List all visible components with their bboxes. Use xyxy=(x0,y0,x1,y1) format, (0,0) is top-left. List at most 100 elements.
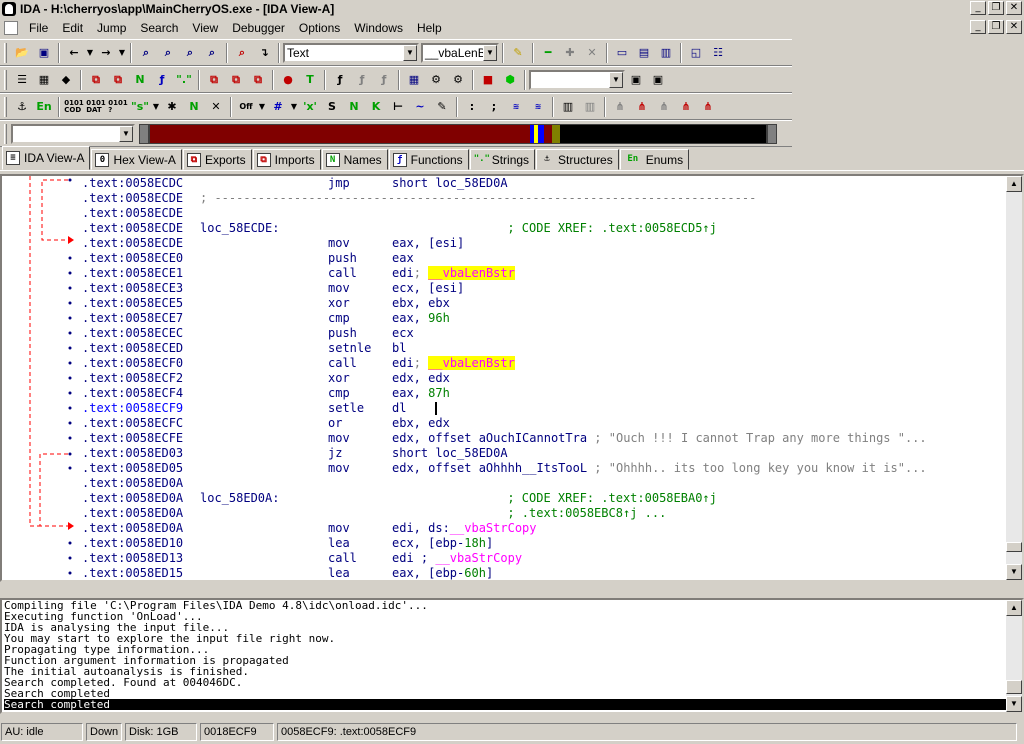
search-text-icon[interactable]: ⌕ xyxy=(157,42,179,64)
chevron-down-icon[interactable]: ▼ xyxy=(119,125,133,142)
list-icon[interactable]: ☰ xyxy=(11,69,33,91)
tab-enums[interactable]: En Enums xyxy=(619,149,690,170)
calculator-icon[interactable]: ▦ xyxy=(403,69,425,91)
code-line[interactable]: .text:0058ECE7 cmp eax, 96h xyxy=(82,311,1010,326)
nav-left-handle[interactable] xyxy=(139,123,149,144)
code-line[interactable]: .text:0058ECF2 xor edx, edx xyxy=(82,371,1010,386)
menu-file[interactable]: File xyxy=(22,21,55,35)
attach-icon[interactable]: ▣ xyxy=(625,69,647,91)
mdi-close-button[interactable]: ✕ xyxy=(1006,20,1022,34)
tree-red-icon[interactable]: ⋔ xyxy=(631,96,653,118)
code-line[interactable]: .text:0058ECE3 mov ecx, [esi] xyxy=(82,281,1010,296)
window-tile-h-icon[interactable]: ▤ xyxy=(633,42,655,64)
code-line[interactable]: .text:0058ED0A ; .text:0058EBC8↑j ... xyxy=(82,506,1010,521)
code-line[interactable]: .text:0058ED0A xyxy=(82,476,1010,491)
expand-icon[interactable]: ✚ xyxy=(559,42,581,64)
segments-icon[interactable]: ⧉ xyxy=(203,69,225,91)
tab-ida-view-a[interactable]: ≡ IDA View-A xyxy=(2,146,91,170)
navigation-band[interactable] xyxy=(149,123,767,144)
tree-red3-icon[interactable]: ⋔ xyxy=(697,96,719,118)
scroll-thumb[interactable] xyxy=(1006,680,1022,694)
eraser-icon[interactable]: ✎ xyxy=(507,42,529,64)
open-icon[interactable]: 📂 xyxy=(11,42,33,64)
undefine-icon[interactable]: 0101? xyxy=(107,96,129,118)
hash-dropdown-icon[interactable]: ▼ xyxy=(289,96,299,118)
code-line[interactable]: .text:0058ECE1 call edi; __vbaLenBstr xyxy=(82,266,1010,281)
chevron-down-icon[interactable]: ▼ xyxy=(483,44,497,61)
tab-names[interactable]: N Names xyxy=(321,149,388,170)
code-line[interactable]: .text:0058ED0A mov edi, ds:__vbaStrCopy xyxy=(82,521,1010,536)
binoculars-icon[interactable]: ⌕ xyxy=(135,42,157,64)
code-line[interactable]: .text:0058ECF0 call edi; __vbaLenBstr xyxy=(82,356,1010,371)
mdi-restore-button[interactable]: ❐ xyxy=(988,20,1004,34)
tab-strings[interactable]: "." Strings xyxy=(469,149,536,170)
menu-edit[interactable]: Edit xyxy=(55,21,90,35)
tab-structures[interactable]: ⚓ Structures xyxy=(536,149,619,170)
data-icon[interactable]: 0101 DAT xyxy=(85,96,107,118)
code-lines[interactable]: .text:0058ECDC jmp short loc_58ED0A .text:0… xyxy=(82,176,1010,580)
offset-icon[interactable]: Off xyxy=(235,96,257,118)
segment-s-icon[interactable]: S xyxy=(321,96,343,118)
menu-options[interactable]: Options xyxy=(292,21,347,35)
disassembly-view[interactable]: .text:0058ECDC jmp short loc_58ED0A .text:0… xyxy=(0,174,1024,582)
window-tile-v-icon[interactable]: ▥ xyxy=(655,42,677,64)
function-icon[interactable]: ƒ xyxy=(329,69,351,91)
forward-dropdown-icon[interactable]: ▼ xyxy=(117,42,127,64)
tab-imports[interactable]: ⧉ Imports xyxy=(252,149,321,170)
jump-icon[interactable]: ↴ xyxy=(253,42,275,64)
document-icon[interactable] xyxy=(4,20,18,35)
breakpoint-icon[interactable]: ● xyxy=(277,69,299,91)
function-gray-icon[interactable]: ƒ xyxy=(351,69,373,91)
string-icon[interactable]: "s" xyxy=(129,96,151,118)
graph-icon[interactable]: ⧉ xyxy=(85,69,107,91)
search-binary-icon[interactable]: ⌕ xyxy=(179,42,201,64)
repeat-comment-icon[interactable]: ≋ xyxy=(527,96,549,118)
cross-icon[interactable]: ✕ xyxy=(205,96,227,118)
forward-icon[interactable]: → xyxy=(95,42,117,64)
function-end-icon[interactable]: ƒ xyxy=(373,69,395,91)
menu-help[interactable]: Help xyxy=(410,21,449,35)
window-min-icon[interactable]: ◱ xyxy=(685,42,707,64)
menu-search[interactable]: Search xyxy=(133,21,185,35)
code-line[interactable]: .text:0058ED03 jz short loc_58ED0A xyxy=(82,446,1010,461)
code-line[interactable]: .text:0058ECEC push ecx xyxy=(82,326,1010,341)
gear-alt-icon[interactable]: ⚙ xyxy=(447,69,469,91)
code-line[interactable]: .text:0058ECDE loc_58ECDE: ; CODE XREF: .… xyxy=(82,221,1010,236)
code-line[interactable]: .text:0058ECF4 cmp eax, 87h xyxy=(82,386,1010,401)
search-next-icon[interactable]: ⌕ xyxy=(231,42,253,64)
debugger-combo[interactable]: ▼ xyxy=(529,69,625,90)
scroll-thumb[interactable] xyxy=(1006,542,1022,552)
code-line[interactable]: .text:0058ECFE mov edx, offset aOuchICanno… xyxy=(82,431,1010,446)
tree-gray2-icon[interactable]: ⋔ xyxy=(653,96,675,118)
restore-button[interactable]: ❐ xyxy=(988,1,1004,15)
string-dropdown-icon[interactable]: ▼ xyxy=(151,96,161,118)
scroll-up-icon[interactable]: ▲ xyxy=(1006,176,1022,192)
array-icon[interactable]: ✱ xyxy=(161,96,183,118)
mdi-minimize-button[interactable]: _ xyxy=(970,20,986,34)
name-combo[interactable]: __vbaLenB ▼ xyxy=(421,42,499,63)
window-cascade-icon[interactable]: ▭ xyxy=(611,42,633,64)
back-dropdown-icon[interactable]: ▼ xyxy=(85,42,95,64)
menu-debugger[interactable]: Debugger xyxy=(225,21,292,35)
stop-icon[interactable]: ■ xyxy=(477,69,499,91)
strings-green-icon[interactable]: "." xyxy=(173,69,195,91)
code-line[interactable]: .text:0058ECED setnle bl xyxy=(82,341,1010,356)
negate-icon[interactable]: ⊢ xyxy=(387,96,409,118)
search-combo[interactable]: ▼ xyxy=(11,123,135,144)
tab-hex-view-a[interactable]: 0 Hex View-A xyxy=(91,149,182,170)
gear-icon[interactable]: ⚙ xyxy=(425,69,447,91)
code-line[interactable]: .text:0058ECE5 xor ebx, ebx xyxy=(82,296,1010,311)
struct-anchor-icon[interactable]: ⚓ xyxy=(11,96,33,118)
comment-icon[interactable]: ≋ xyxy=(505,96,527,118)
code-vscrollbar[interactable]: ▲ ▼ xyxy=(1006,176,1022,580)
scroll-down-icon[interactable]: ▼ xyxy=(1006,696,1022,712)
detach-icon[interactable]: ▣ xyxy=(647,69,669,91)
en-icon[interactable]: En xyxy=(33,96,55,118)
chevron-down-icon[interactable]: ▼ xyxy=(609,71,623,88)
minimize-button[interactable]: _ xyxy=(970,1,986,15)
structs-icon[interactable]: ⧉ xyxy=(225,69,247,91)
chart-icon[interactable]: ▥ xyxy=(557,96,579,118)
tree-red2-icon[interactable]: ⋔ xyxy=(675,96,697,118)
name-n-icon[interactable]: N xyxy=(183,96,205,118)
scroll-up-icon[interactable]: ▲ xyxy=(1006,600,1022,616)
